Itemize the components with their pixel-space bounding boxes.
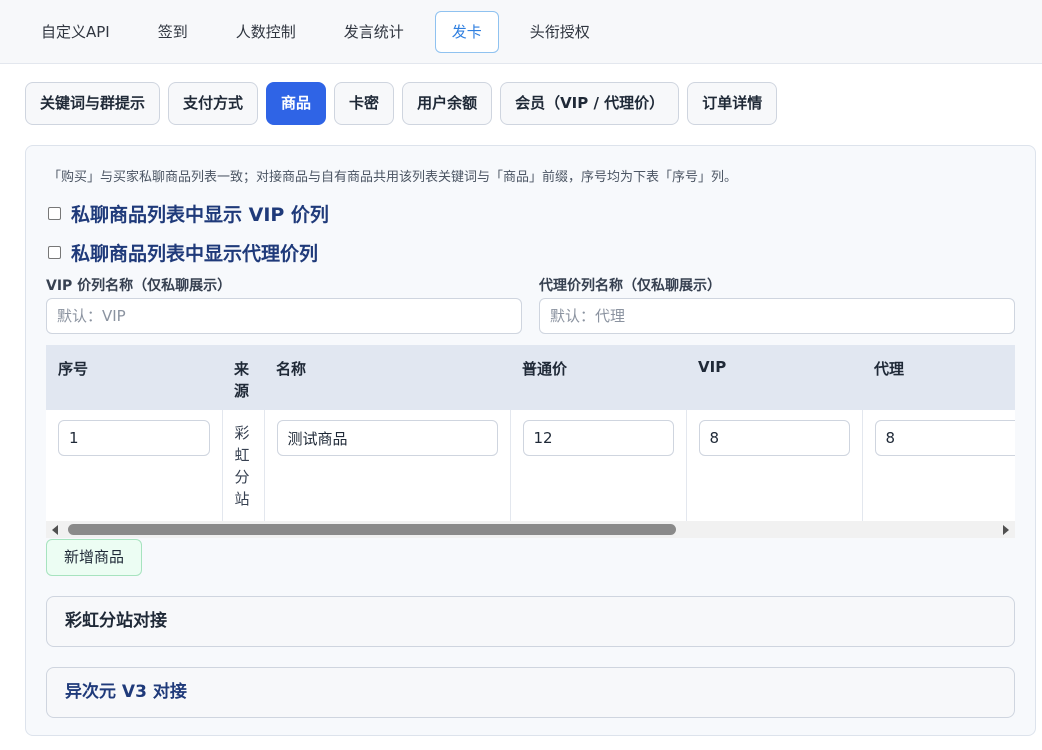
col-header-agent: 代理 <box>862 345 1015 410</box>
products-table-wrapper: 序号 来源 名称 普通价 VIP 代理 彩虹分站 <box>46 345 1015 537</box>
rainbow-substation-section[interactable]: 彩虹分站对接 <box>46 596 1015 647</box>
agent-price-input[interactable] <box>874 420 1015 456</box>
tab-title-authorization[interactable]: 头衔授权 <box>513 11 607 53</box>
scroll-right-icon[interactable] <box>1003 525 1009 535</box>
products-note: 「购买」与买家私聊商品列表一致；对接商品与自有商品共用该列表关键词与「商品」前缀… <box>48 170 738 185</box>
table-horizontal-scrollbar[interactable] <box>46 521 1015 538</box>
tab-speech-stats[interactable]: 发言统计 <box>327 11 421 53</box>
agent-column-checkbox[interactable] <box>48 246 61 259</box>
tab-custom-api[interactable]: 自定义API <box>24 11 127 53</box>
vip-column-checkbox-row[interactable]: 私聊商品列表中显示 VIP 价列 <box>48 200 329 227</box>
cell-index <box>46 410 223 523</box>
cell-vip <box>686 410 863 523</box>
sub-tab-bar: 关键词与群提示 支付方式 商品 卡密 用户余额 会员（VIP / 代理价） 订单… <box>25 82 785 125</box>
subtab-order-details[interactable]: 订单详情 <box>687 82 778 125</box>
cell-price <box>510 410 687 523</box>
add-product-button[interactable]: 新增商品 <box>46 539 143 576</box>
agent-column-checkbox-label[interactable]: 私聊商品列表中显示代理价列 <box>71 239 318 266</box>
col-header-vip: VIP <box>686 345 862 410</box>
vip-column-checkbox-label[interactable]: 私聊商品列表中显示 VIP 价列 <box>71 200 329 227</box>
tab-card-issuing[interactable]: 发卡 <box>434 10 499 53</box>
subtab-membership[interactable]: 会员（VIP / 代理价） <box>500 82 680 125</box>
index-input[interactable] <box>58 420 210 456</box>
table-header-row: 序号 来源 名称 普通价 VIP 代理 <box>46 345 1015 410</box>
tab-sign-in[interactable]: 签到 <box>141 11 205 53</box>
name-input[interactable] <box>276 420 498 456</box>
tab-member-control[interactable]: 人数控制 <box>219 11 313 53</box>
price-input[interactable] <box>522 420 674 456</box>
products-panel: 「购买」与买家私聊商品列表一致；对接商品与自有商品共用该列表关键词与「商品」前缀… <box>25 145 1036 736</box>
agent-column-checkbox-row[interactable]: 私聊商品列表中显示代理价列 <box>48 239 318 266</box>
vip-name-label: VIP 价列名称（仅私聊展示） <box>46 278 232 294</box>
cell-agent <box>862 410 1015 523</box>
products-table: 序号 来源 名称 普通价 VIP 代理 彩虹分站 <box>46 345 1015 523</box>
vip-name-input[interactable] <box>46 298 522 334</box>
subtab-keywords[interactable]: 关键词与群提示 <box>25 82 161 125</box>
cell-name <box>264 410 511 523</box>
subtab-payment[interactable]: 支付方式 <box>168 82 259 125</box>
subtab-card-keys[interactable]: 卡密 <box>334 82 395 125</box>
vip-price-input[interactable] <box>698 420 850 456</box>
subtab-products[interactable]: 商品 <box>266 82 327 125</box>
subtab-user-balance[interactable]: 用户余额 <box>402 82 493 125</box>
top-tab-bar: 自定义API 签到 人数控制 发言统计 发卡 头衔授权 <box>0 0 1042 64</box>
table-row: 彩虹分站 <box>46 410 1015 523</box>
col-header-index: 序号 <box>46 345 222 410</box>
agent-name-input[interactable] <box>539 298 1015 334</box>
col-header-name: 名称 <box>264 345 510 410</box>
vip-column-checkbox[interactable] <box>48 207 61 220</box>
cell-source: 彩虹分站 <box>222 410 265 523</box>
col-header-price: 普通价 <box>510 345 686 410</box>
scrollbar-thumb[interactable] <box>68 524 676 535</box>
col-header-source: 来源 <box>222 345 264 410</box>
agent-name-label: 代理价列名称（仅私聊展示） <box>539 278 721 294</box>
scroll-left-icon[interactable] <box>52 525 58 535</box>
yiciyuan-v3-section[interactable]: 异次元 V3 对接 <box>46 667 1015 718</box>
